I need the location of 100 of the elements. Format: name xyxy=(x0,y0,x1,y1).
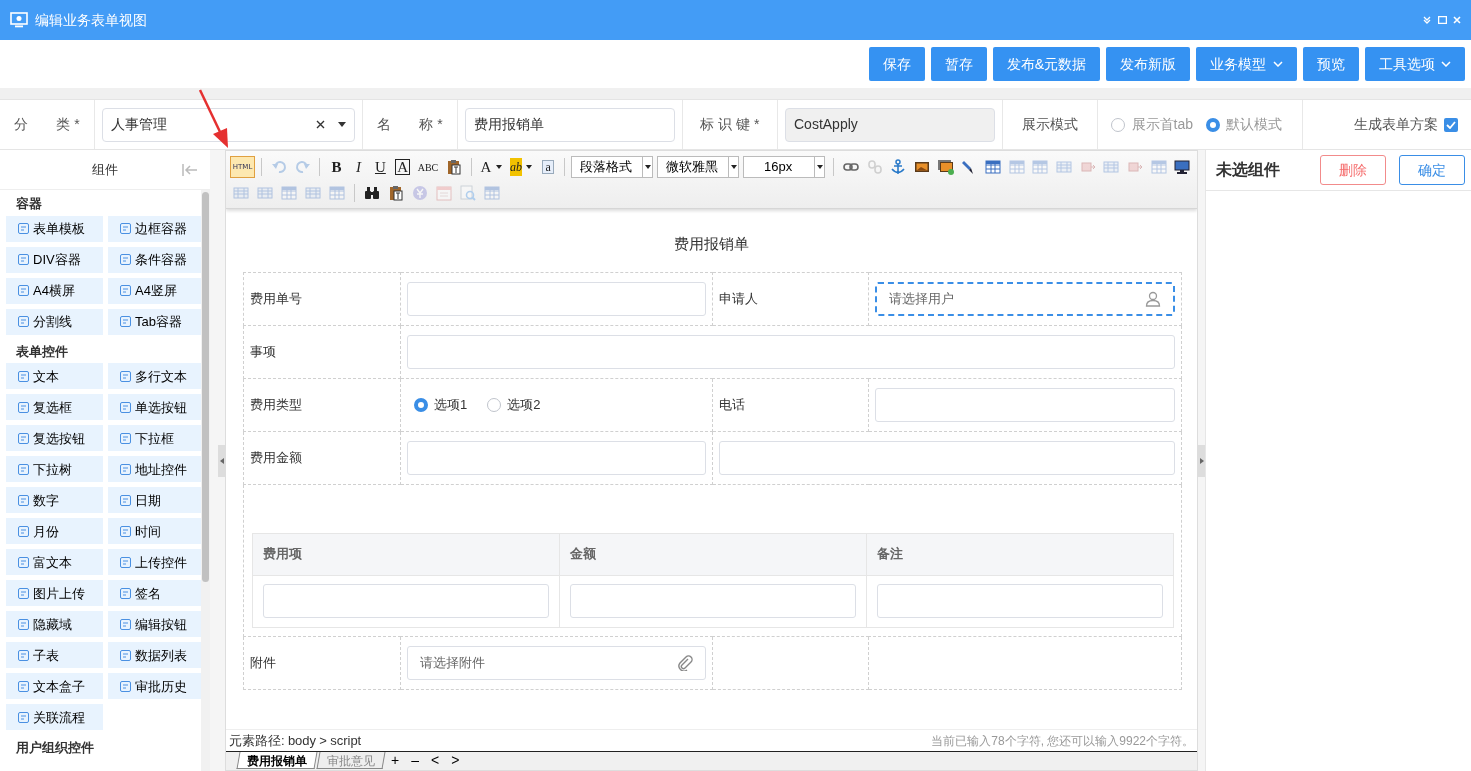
checkbox[interactable] xyxy=(1444,117,1458,132)
component-item[interactable]: 子表 xyxy=(6,642,103,669)
component-icon xyxy=(120,525,131,537)
field-label: 附件 xyxy=(250,654,276,670)
component-item[interactable]: 下拉树 xyxy=(6,456,103,483)
caret-icon xyxy=(525,165,534,169)
sheet-tab[interactable]: 费用报销单 xyxy=(236,752,318,769)
form-title: 费用报销单 xyxy=(673,234,750,254)
panel-title: 未选组件 xyxy=(1216,160,1280,180)
scrollbar[interactable] xyxy=(201,190,210,771)
component-item[interactable]: 复选按钮 xyxy=(6,425,103,452)
input-field[interactable] xyxy=(407,281,706,316)
path-link[interactable]: script xyxy=(330,730,362,751)
maximize-icon[interactable] xyxy=(1437,16,1447,24)
component-item[interactable]: 表单模板 xyxy=(6,215,103,242)
field-label: 名 称 * xyxy=(377,115,443,134)
tab-control[interactable]: + xyxy=(386,752,405,769)
paperclip-icon xyxy=(677,654,693,671)
clear-icon[interactable] xyxy=(316,120,325,129)
font-select[interactable]: 16px xyxy=(743,156,826,178)
component-icon xyxy=(18,649,29,661)
radio-button[interactable] xyxy=(1205,117,1220,132)
component-item[interactable]: 文本盒子 xyxy=(6,673,103,700)
radio-button[interactable] xyxy=(413,397,428,412)
input-field[interactable] xyxy=(875,387,1175,422)
file-picker[interactable]: 请选择附件 xyxy=(407,645,706,680)
path-link[interactable]: body xyxy=(287,730,317,751)
caret-icon xyxy=(644,165,651,169)
format-button[interactable]: I xyxy=(348,156,369,178)
format-button[interactable]: ab xyxy=(507,156,537,178)
component-item[interactable]: 分割线 xyxy=(6,308,103,335)
component-icon xyxy=(18,285,29,296)
component-icon xyxy=(120,618,131,630)
component-item[interactable]: 图片上传 xyxy=(6,580,103,607)
caret-icon xyxy=(1441,61,1451,67)
input-field[interactable] xyxy=(719,440,1175,475)
collapse-icon[interactable] xyxy=(182,163,198,176)
input-field[interactable] xyxy=(877,584,1163,618)
monitor-icon xyxy=(10,12,28,28)
component-item[interactable]: 月份 xyxy=(6,518,103,545)
path-separator: > xyxy=(319,731,327,750)
section-title: 用户组织控件 xyxy=(15,738,95,757)
field-label: 标 识 键 * xyxy=(700,115,760,134)
input-field[interactable] xyxy=(407,334,1175,369)
component-icon xyxy=(120,316,131,327)
close-icon[interactable] xyxy=(1453,16,1461,24)
input-field[interactable] xyxy=(570,584,856,618)
component-icon xyxy=(18,432,29,444)
field-label: 费用单号 xyxy=(250,290,302,306)
chevrons-icon[interactable] xyxy=(1423,16,1431,24)
radio-label: 选项2 xyxy=(507,395,541,414)
component-icon xyxy=(120,587,131,599)
component-item[interactable]: 富文本 xyxy=(6,549,103,576)
format-button[interactable]: U xyxy=(370,156,391,178)
format-button[interactable]: A xyxy=(477,156,506,178)
component-icon xyxy=(120,254,131,265)
component-icon xyxy=(120,494,131,506)
user-picker[interactable]: 请选择用户 xyxy=(875,281,1175,316)
radio-label: 默认模式 xyxy=(1226,115,1283,134)
column-header: 费用项 xyxy=(252,533,560,575)
column-header: 金额 xyxy=(559,533,867,575)
collapse-handle[interactable] xyxy=(218,445,225,477)
input-field[interactable] xyxy=(407,440,706,475)
tab-control[interactable]: > xyxy=(446,752,465,769)
field-label: 展示模式 xyxy=(1022,115,1078,134)
format-button[interactable]: B xyxy=(326,156,347,178)
format-button[interactable]: a xyxy=(538,156,559,178)
component-icon xyxy=(120,223,131,234)
tab-control[interactable]: – xyxy=(406,752,424,769)
field-label: 事项 xyxy=(250,343,276,359)
format-button[interactable]: A xyxy=(392,156,413,178)
caret-icon xyxy=(730,165,737,169)
component-item[interactable]: DIV容器 xyxy=(6,246,103,273)
tab-control[interactable]: < xyxy=(426,752,445,769)
select-field[interactable]: 人事管理 xyxy=(102,107,355,142)
component-item[interactable]: 关联流程 xyxy=(6,704,103,731)
field-label: 申请人 xyxy=(719,290,758,306)
input-field[interactable]: 费用报销单 xyxy=(465,107,675,142)
component-item[interactable]: 复选框 xyxy=(6,394,103,421)
component-icon xyxy=(120,556,131,568)
font-select[interactable]: 微软雅黑 xyxy=(657,156,740,178)
component-icon xyxy=(18,463,29,475)
component-icon xyxy=(120,680,131,692)
component-icon xyxy=(120,401,131,413)
window-title: 编辑业务表单视图 xyxy=(34,10,147,30)
path-label: 元素路径: xyxy=(229,731,285,750)
component-icon xyxy=(120,370,131,382)
font-select[interactable]: 段落格式 xyxy=(571,156,654,178)
input-field[interactable] xyxy=(263,584,549,618)
confirm-button[interactable]: 确定 xyxy=(1399,155,1465,185)
component-icon xyxy=(18,525,29,537)
panel-title: 组件 xyxy=(92,160,118,179)
format-button[interactable]: ABC xyxy=(414,156,442,178)
component-item[interactable]: 数字 xyxy=(6,487,103,514)
column-header: 备注 xyxy=(866,533,1174,575)
component-item[interactable]: 隐藏域 xyxy=(6,611,103,638)
collapse-handle[interactable] xyxy=(1198,445,1205,477)
component-item[interactable]: 文本 xyxy=(6,363,103,390)
radio-label: 展示首tab xyxy=(1131,115,1193,134)
component-item[interactable]: A4横屏 xyxy=(6,277,103,304)
